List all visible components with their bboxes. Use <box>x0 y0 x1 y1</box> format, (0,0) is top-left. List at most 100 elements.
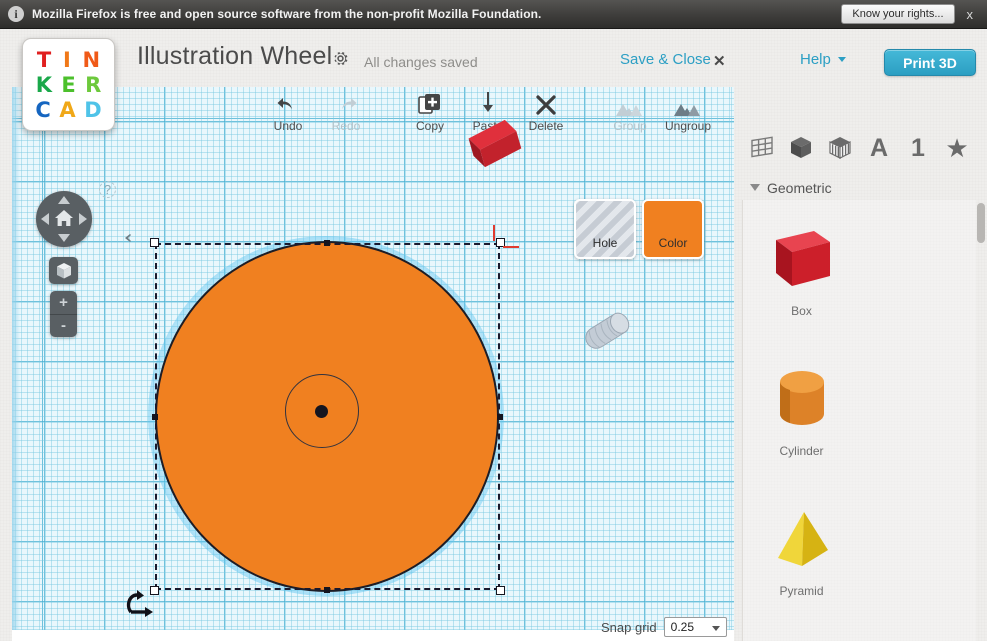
copy-button[interactable]: Copy <box>399 87 461 133</box>
gear-icon[interactable] <box>331 49 350 74</box>
save-status-text: All changes saved <box>364 54 478 70</box>
ungroup-button[interactable]: Ungroup <box>657 87 719 133</box>
cylinder-shape-icon <box>764 354 840 442</box>
snap-grid-select[interactable]: 0.25 <box>663 617 727 637</box>
close-notification-icon[interactable]: x <box>965 8 980 21</box>
favorites-tab[interactable]: ★ <box>941 131 973 165</box>
shape-item-box[interactable]: Box <box>743 200 860 340</box>
redo-button[interactable]: Redo <box>315 87 377 133</box>
pan-right-arrow-icon[interactable] <box>79 213 87 225</box>
logo-letter: A <box>59 98 76 122</box>
resize-handle-top-left[interactable] <box>150 238 159 247</box>
shape-label: Box <box>791 304 812 318</box>
pan-down-arrow-icon[interactable] <box>58 234 70 242</box>
know-your-rights-button[interactable]: Know your rights... <box>841 4 955 24</box>
snap-grid-label: Snap grid <box>601 619 657 635</box>
shape-item-pyramid[interactable]: Pyramid <box>743 480 860 620</box>
redo-icon <box>335 87 357 117</box>
help-menu-button[interactable]: Help <box>800 51 831 68</box>
selection-dashed-outline <box>155 243 500 590</box>
shape-label: Cylinder <box>779 444 824 458</box>
logo-letter: D <box>84 98 102 122</box>
geometric-section-header[interactable]: Geometric <box>740 175 987 200</box>
zoom-in-button[interactable]: + <box>50 291 77 315</box>
chevron-down-icon <box>750 184 760 191</box>
logo-letter: E <box>61 73 76 97</box>
view-cube-button[interactable] <box>49 257 78 284</box>
numbers-tab[interactable]: 1 <box>902 131 934 165</box>
group-icon <box>615 87 645 117</box>
pan-left-arrow-icon[interactable] <box>41 213 49 225</box>
letters-tab[interactable]: A <box>863 131 895 165</box>
copy-icon <box>418 87 442 117</box>
help-marker[interactable]: ? <box>99 181 116 198</box>
shape-item-roof[interactable]: Roof <box>743 620 860 641</box>
shape-item-cylinder[interactable]: Cylinder <box>743 340 860 480</box>
snap-grid-control: Snap grid 0.25 <box>601 617 727 637</box>
logo-row-3: C A D <box>31 98 106 123</box>
resize-handle-top-center[interactable] <box>324 240 330 246</box>
print-3d-button[interactable]: Print 3D <box>884 49 976 76</box>
workplane-left-edge <box>12 87 20 630</box>
shape-label: Pyramid <box>779 584 824 598</box>
undo-button[interactable]: Undo <box>257 87 319 133</box>
shape-library-panel: A 1 ★ Geometric Box Cylinder Pyramid <box>740 87 987 641</box>
logo-letter: K <box>35 73 52 97</box>
undo-icon <box>277 87 299 117</box>
group-label: Group <box>613 119 647 133</box>
logo-letter: T <box>36 48 52 72</box>
save-and-close-button[interactable]: Save & Close <box>620 51 711 68</box>
chevron-down-icon <box>711 626 720 631</box>
shape-inspector-panel: Hole Color <box>574 199 704 259</box>
copy-label: Copy <box>415 119 444 133</box>
logo-letter: R <box>85 73 102 97</box>
pan-up-arrow-icon[interactable] <box>58 196 70 204</box>
shape-library-tabs: A 1 ★ <box>740 123 987 173</box>
navigation-pad[interactable] <box>36 191 92 247</box>
delete-icon <box>534 87 558 117</box>
tinkercad-app: T I N K E R C A D Illustration Wheel All… <box>0 29 987 641</box>
group-button[interactable]: Group <box>599 87 661 133</box>
home-icon[interactable] <box>54 208 74 228</box>
firefox-notification-message: Mozilla Firefox is free and open source … <box>32 7 542 21</box>
rotate-handle-icon[interactable] <box>124 590 154 623</box>
firefox-notification-bar: i Mozilla Firefox is free and open sourc… <box>0 0 987 29</box>
tinkercad-logo[interactable]: T I N K E R C A D <box>22 38 115 131</box>
paste-icon <box>477 87 499 117</box>
resize-handle-bottom-right[interactable] <box>496 586 505 595</box>
selection-bounding-box <box>150 238 505 595</box>
chevron-down-icon[interactable] <box>838 57 846 62</box>
shape-panel-scrollbar[interactable] <box>977 203 985 243</box>
delete-label: Delete <box>528 119 564 133</box>
workplane-tab[interactable] <box>746 131 778 165</box>
geometric-tab[interactable] <box>785 131 817 165</box>
resize-handle-middle-right[interactable] <box>497 414 503 420</box>
hole-swatch-button[interactable]: Hole <box>574 199 636 259</box>
color-swatch-button[interactable]: Color <box>642 199 704 259</box>
undo-hint-arrow-icon <box>124 231 140 246</box>
pyramid-shape-icon <box>764 494 840 582</box>
logo-row-1: T I N <box>31 48 106 73</box>
app-header: T I N K E R C A D Illustration Wheel All… <box>0 29 987 131</box>
shape-grid: Box Cylinder Pyramid <box>742 200 976 641</box>
info-icon: i <box>8 6 24 22</box>
logo-letter: C <box>35 98 51 122</box>
dragged-red-box[interactable] <box>461 116 525 177</box>
redo-label: Redo <box>331 119 361 133</box>
logo-letter: I <box>62 48 71 72</box>
axis-tick-vertical <box>493 225 495 241</box>
ghost-capsule-object[interactable] <box>578 306 638 361</box>
ungroup-label: Ungroup <box>664 119 712 133</box>
section-title: Geometric <box>767 179 832 196</box>
close-icon[interactable]: ✕ <box>713 52 726 70</box>
holes-tab[interactable] <box>824 131 856 165</box>
box-shape-icon <box>764 214 840 302</box>
resize-handle-bottom-center[interactable] <box>324 587 330 593</box>
logo-letter: N <box>82 48 101 72</box>
undo-label: Undo <box>273 119 303 133</box>
ungroup-icon <box>673 87 703 117</box>
page-title: Illustration Wheel <box>137 42 333 70</box>
axis-tick-horizontal <box>503 246 519 248</box>
resize-handle-middle-left[interactable] <box>152 414 158 420</box>
zoom-out-button[interactable]: - <box>50 315 77 338</box>
